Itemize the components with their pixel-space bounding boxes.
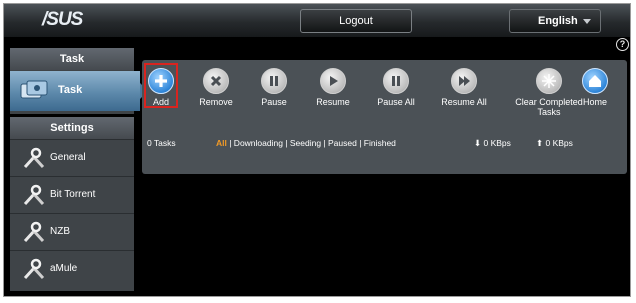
home-icon [582, 68, 608, 94]
download-rate-value: 0 KBps [483, 138, 511, 148]
sidebar-item-label: aMule [50, 263, 78, 274]
pause-all-button[interactable]: Pause All [366, 68, 426, 107]
sidebar-item-label: NZB [50, 226, 70, 237]
top-bar: /SUS Logout English [4, 4, 630, 38]
tools-icon [23, 184, 45, 206]
sidebar-item-task[interactable]: Task [10, 71, 148, 111]
add-label: Add [152, 97, 169, 107]
pause-icon [261, 68, 287, 94]
app-window: /SUS Logout English ? Task Task Settings… [3, 3, 631, 297]
language-label: English [538, 15, 578, 27]
settings-panel: Settings General Bit Torrent NZB aMule [10, 117, 134, 291]
settings-section-title: Settings [10, 117, 134, 139]
home-button[interactable]: Home [565, 68, 625, 107]
sidebar-item-amule[interactable]: aMule [10, 250, 134, 287]
sidebar-item-nzb[interactable]: NZB [10, 213, 134, 250]
language-select[interactable]: English [509, 9, 601, 33]
help-icon[interactable]: ? [616, 38, 629, 51]
tools-icon [23, 258, 45, 280]
download-rate: ⬇ 0 KBps [474, 138, 511, 149]
task-section-title: Task [10, 48, 134, 70]
sidebar-item-general[interactable]: General [10, 139, 134, 176]
pause-button[interactable]: Pause [244, 68, 304, 107]
logout-button[interactable]: Logout [300, 9, 412, 33]
task-filters: All | Downloading | Seeding | Paused | F… [216, 138, 396, 148]
filter-options[interactable]: | Downloading | Seeding | Paused | Finis… [227, 138, 396, 148]
resume-all-label: Resume All [441, 97, 487, 107]
pause-all-label: Pause All [377, 97, 415, 107]
remove-label: Remove [199, 97, 233, 107]
task-icon [20, 80, 48, 99]
home-label: Home [582, 97, 607, 107]
sidebar-item-label: General [50, 152, 86, 163]
sidebar-item-label: Bit Torrent [50, 189, 96, 200]
fast-forward-icon [451, 68, 477, 94]
sidebar-item-bit-torrent[interactable]: Bit Torrent [10, 176, 134, 213]
sidebar-item-task-label: Task [58, 84, 83, 96]
remove-button[interactable]: Remove [186, 68, 246, 107]
tools-icon [23, 221, 45, 243]
resume-label: Resume [316, 97, 350, 107]
filter-all[interactable]: All [216, 138, 227, 148]
x-icon [203, 68, 229, 94]
chevron-down-icon [583, 19, 591, 24]
resume-all-button[interactable]: Resume All [434, 68, 494, 107]
tools-icon [23, 147, 45, 169]
add-button[interactable]: Add [131, 68, 191, 107]
resume-button[interactable]: Resume [303, 68, 363, 107]
upload-rate: ⬆ 0 KBps [536, 138, 573, 149]
upload-rate-value: 0 KBps [545, 138, 573, 148]
pause-label: Pause [261, 97, 287, 107]
plus-icon [148, 68, 174, 94]
task-count: 0 Tasks [147, 138, 176, 148]
task-panel: Task Task [10, 48, 148, 114]
pause-icon [383, 68, 409, 94]
task-main-panel: Add Remove Pause Resume Pause All Resume… [142, 60, 627, 174]
asus-logo: /SUS [42, 9, 83, 30]
clear-icon [536, 68, 562, 94]
play-icon [320, 68, 346, 94]
status-bar: 0 Tasks All | Downloading | Seeding | Pa… [142, 138, 627, 152]
